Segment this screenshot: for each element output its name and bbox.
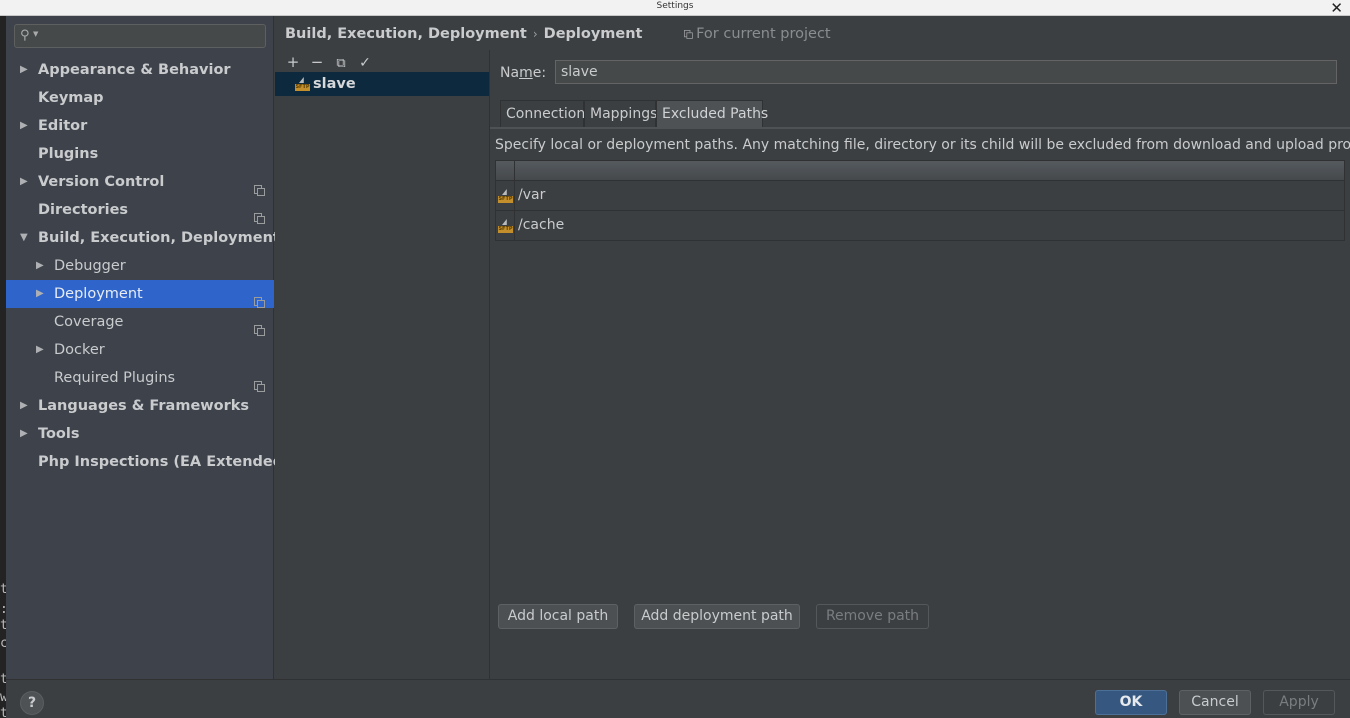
settings-sidebar: ⚲ ▼ ▶ Appearance & Behavior Keymap ▶ Editor P… <box>6 16 290 679</box>
settings-dialog: ⚲ ▼ ▶ Appearance & Behavior Keymap ▶ Editor P… <box>6 16 1350 718</box>
project-scope-text: For current project <box>696 26 831 42</box>
sidebar-item-docker[interactable]: ▶ Docker <box>6 336 274 364</box>
copy-server-icon[interactable]: ⧉ <box>329 56 353 71</box>
server-name-input[interactable]: slave <box>555 60 1337 84</box>
breadcrumb-separator: › <box>532 27 538 41</box>
chevron-right-icon[interactable]: ▶ <box>20 112 28 140</box>
sidebar-item-tools[interactable]: ▶ Tools <box>6 420 274 448</box>
sidebar-item-languages-frameworks[interactable]: ▶ Languages & Frameworks <box>6 392 274 420</box>
remove-path-button[interactable]: Remove path <box>816 604 929 629</box>
project-level-icon <box>254 205 265 224</box>
server-list-item[interactable]: SFTP slave <box>275 72 489 96</box>
add-deployment-path-button[interactable]: Add deployment path <box>634 604 800 629</box>
chevron-right-icon[interactable]: ▶ <box>20 392 28 420</box>
sidebar-item-label: Coverage <box>54 314 124 330</box>
breadcrumb: Build, Execution, Deployment › Deployment … <box>285 26 831 42</box>
search-icon: ⚲ <box>20 28 30 43</box>
sidebar-item-label: Deployment <box>54 286 143 302</box>
chevron-right-icon[interactable]: ▶ <box>20 420 28 448</box>
sidebar-item-build-execution-deployment[interactable]: ▼ Build, Execution, Deployment <box>6 224 280 252</box>
project-level-icon <box>254 373 265 392</box>
sidebar-item-label: Tools <box>38 426 80 442</box>
cancel-button[interactable]: Cancel <box>1179 690 1251 715</box>
sidebar-item-label: Plugins <box>38 146 99 162</box>
project-scope-icon <box>684 30 693 39</box>
sidebar-item-keymap[interactable]: Keymap <box>6 84 274 112</box>
chevron-right-icon[interactable]: ▶ <box>20 168 28 196</box>
server-name: slave <box>313 76 356 92</box>
sidebar-item-label: Version Control <box>38 174 165 190</box>
sidebar-item-plugins[interactable]: Plugins <box>6 140 274 168</box>
excluded-path: /var <box>518 187 546 203</box>
servers-toolbar: + − ⧉ ✓ <box>281 52 377 72</box>
chevron-down-icon[interactable]: ▼ <box>20 224 28 252</box>
use-as-default-check-icon[interactable]: ✓ <box>353 55 377 71</box>
add-local-path-button[interactable]: Add local path <box>498 604 618 629</box>
sidebar-item-coverage[interactable]: Coverage <box>6 308 274 336</box>
tab-connection[interactable]: Connection <box>500 100 585 127</box>
window-title: Settings <box>656 1 694 11</box>
excluded-paths-table: SFTP /var SFTP /cache <box>495 160 1345 241</box>
sidebar-item-label: Directories <box>38 202 129 218</box>
sidebar-item-appearance-behavior[interactable]: ▶ Appearance & Behavior <box>6 56 274 84</box>
remove-server-icon[interactable]: − <box>305 53 329 71</box>
table-header <box>496 161 1344 181</box>
project-scope-label: For current project <box>683 26 831 42</box>
sidebar-item-directories[interactable]: Directories <box>6 196 274 224</box>
help-icon[interactable]: ? <box>20 691 44 715</box>
server-detail-panel: Name: slave Connection Mappings Excluded… <box>490 50 1350 679</box>
project-level-icon <box>254 317 265 336</box>
sidebar-item-label: Required Plugins <box>54 370 176 386</box>
sidebar-item-label: Keymap <box>38 90 104 106</box>
table-row[interactable]: SFTP /var <box>496 181 1344 211</box>
dialog-footer: ? OK Cancel Apply <box>6 679 1350 718</box>
sidebar-item-editor[interactable]: ▶ Editor <box>6 112 274 140</box>
sidebar-item-required-plugins[interactable]: Required Plugins <box>6 364 274 392</box>
ok-button[interactable]: OK <box>1095 690 1167 715</box>
sidebar-item-label: Docker <box>54 342 105 358</box>
breadcrumb-parent: Build, Execution, Deployment <box>285 26 527 42</box>
chevron-right-icon[interactable]: ▶ <box>36 336 44 364</box>
sidebar-item-version-control[interactable]: ▶ Version Control <box>6 168 274 196</box>
settings-search-input[interactable]: ⚲ ▼ <box>14 24 266 48</box>
breadcrumb-current: Deployment <box>543 26 643 42</box>
name-label: Name: <box>500 65 547 81</box>
sidebar-item-label: Appearance & Behavior <box>38 62 231 78</box>
sidebar-item-label: Editor <box>38 118 88 134</box>
sftp-server-icon: SFTP <box>295 77 310 91</box>
excluded-paths-description: Specify local or deployment paths. Any m… <box>495 137 1350 153</box>
close-x-icon[interactable]: ✕ <box>1330 0 1343 17</box>
main-panel: Build, Execution, Deployment › Deployment … <box>275 16 1350 679</box>
sidebar-item-label: Debugger <box>54 258 126 274</box>
project-level-icon <box>254 289 265 308</box>
chevron-right-icon[interactable]: ▶ <box>20 56 28 84</box>
sidebar-item-label: Build, Execution, Deployment <box>38 230 280 246</box>
add-server-icon[interactable]: + <box>281 53 305 71</box>
deployment-servers-panel: + − ⧉ ✓ SFTP slave <box>275 50 490 679</box>
tab-excluded-paths[interactable]: Excluded Paths <box>656 100 768 127</box>
sidebar-item-label: Php Inspections (EA Extended) <box>38 454 290 470</box>
chevron-right-icon[interactable]: ▶ <box>36 252 44 280</box>
sftp-path-icon: SFTP <box>498 219 513 233</box>
excluded-path: /cache <box>518 217 565 233</box>
tab-mappings[interactable]: Mappings <box>584 100 657 127</box>
sidebar-item-php-inspections-ea-extended[interactable]: Php Inspections (EA Extended) <box>6 448 290 476</box>
sftp-path-icon: SFTP <box>498 189 513 203</box>
window-titlebar: Settings ✕ <box>0 0 1350 17</box>
table-row[interactable]: SFTP /cache <box>496 211 1344 241</box>
search-options-dropdown-icon[interactable]: ▼ <box>33 30 38 38</box>
sidebar-item-deployment[interactable]: ▶ Deployment <box>6 280 274 308</box>
chevron-right-icon[interactable]: ▶ <box>36 280 44 308</box>
sidebar-item-debugger[interactable]: ▶ Debugger <box>6 252 274 280</box>
sidebar-item-label: Languages & Frameworks <box>38 398 250 414</box>
tab-underline <box>490 127 1350 129</box>
apply-button[interactable]: Apply <box>1263 690 1335 715</box>
project-level-icon <box>254 177 265 196</box>
